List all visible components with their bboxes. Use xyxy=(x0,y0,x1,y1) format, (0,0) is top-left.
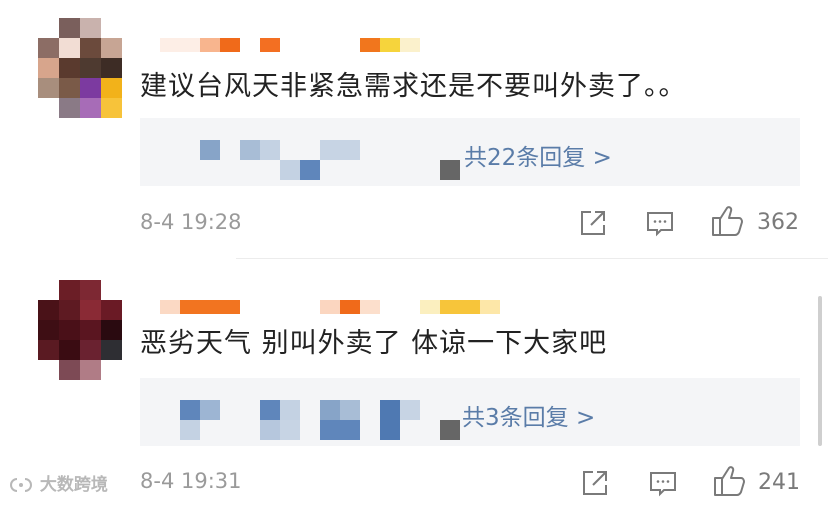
timestamp: 8-4 19:31 xyxy=(140,469,242,493)
watermark-logo-icon xyxy=(8,476,34,494)
timestamp: 8-4 19:28 xyxy=(140,210,242,234)
watermark-text: 大数跨境 xyxy=(39,475,108,495)
reply-count-link[interactable]: 共3条回复 > xyxy=(462,398,595,432)
reply-preview[interactable]: 共3条回复 > xyxy=(140,378,800,446)
username[interactable] xyxy=(160,300,500,314)
thumbs-up-icon[interactable] xyxy=(712,464,748,502)
comment-icon[interactable] xyxy=(648,468,678,502)
username[interactable] xyxy=(160,38,420,52)
avatar[interactable] xyxy=(38,280,122,380)
watermark: 大数跨境 xyxy=(8,470,108,495)
share-icon[interactable] xyxy=(580,468,610,502)
like-count: 241 xyxy=(758,470,800,495)
avatar[interactable] xyxy=(38,18,122,118)
reply-preview[interactable]: 共22条回复 > xyxy=(140,118,800,186)
scrollbar[interactable] xyxy=(818,296,822,446)
comment-text: 恶劣天气 别叫外卖了 体谅一下大家吧 xyxy=(140,328,608,359)
divider xyxy=(236,258,828,259)
comment-text: 建议台风天非紧急需求还是不要叫外卖了。。 xyxy=(140,71,687,102)
reply-count-link[interactable]: 共22条回复 > xyxy=(464,138,612,172)
like-count: 362 xyxy=(757,210,799,235)
thumbs-up-icon[interactable] xyxy=(710,204,746,242)
share-icon[interactable] xyxy=(578,208,608,242)
comment-icon[interactable] xyxy=(645,208,675,242)
